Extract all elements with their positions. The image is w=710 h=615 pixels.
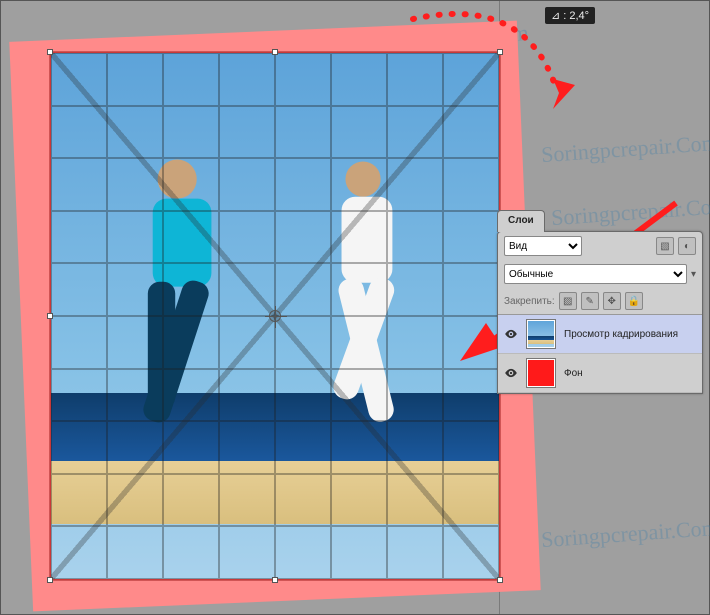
layer-row-crop-preview[interactable]: Просмотр кадрирования xyxy=(498,315,702,354)
photo-content xyxy=(50,52,500,580)
layer-kind-select[interactable]: Вид xyxy=(504,236,582,256)
lock-all-icon[interactable]: 🔒 xyxy=(625,292,643,310)
photo-in-crop[interactable] xyxy=(49,51,501,581)
lock-label: Закрепить: xyxy=(504,296,555,307)
lock-position-icon[interactable]: ✥ xyxy=(603,292,621,310)
lock-transparency-icon[interactable]: ▨ xyxy=(559,292,577,310)
blend-mode-select[interactable]: Обычные xyxy=(504,264,687,284)
blend-dropdown-arrow-icon: ▾ xyxy=(691,269,696,280)
annotation-arc-arrow-icon xyxy=(403,5,583,115)
filter-pixel-icon[interactable]: ▧ xyxy=(656,237,674,255)
watermark: Soringpcrepair.Com xyxy=(540,130,710,168)
layer-thumbnail[interactable] xyxy=(526,358,556,388)
layers-panel-tab[interactable]: Слои xyxy=(497,210,545,232)
layer-name: Фон xyxy=(564,368,696,379)
layers-panel: Слои Вид ▧ ◐ Обычные ▾ Закрепить: ▨ ✎ ✥ … xyxy=(497,231,703,394)
visibility-eye-icon[interactable] xyxy=(504,327,518,341)
layer-list: Просмотр кадрирования Фон xyxy=(498,314,702,393)
visibility-eye-icon[interactable] xyxy=(504,366,518,380)
filter-adjust-icon[interactable]: ◐ xyxy=(678,237,696,255)
layer-name: Просмотр кадрирования xyxy=(564,329,696,340)
lock-paint-icon[interactable]: ✎ xyxy=(581,292,599,310)
layer-thumbnail[interactable] xyxy=(526,319,556,349)
watermark: Soringpcrepair.Com xyxy=(540,515,710,553)
layer-row-background[interactable]: Фон xyxy=(498,354,702,393)
